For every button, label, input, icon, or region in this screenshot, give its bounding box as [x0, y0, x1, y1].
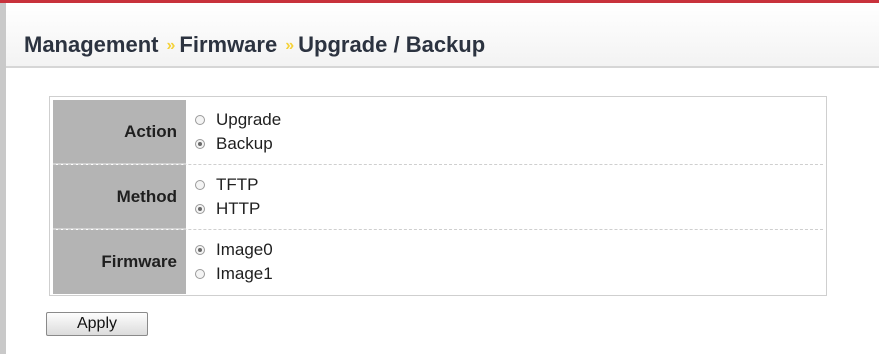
- firmware-form: Action Upgrade Backup Method TFTP HTTP F…: [49, 96, 827, 296]
- tftp-radio[interactable]: [195, 180, 205, 190]
- image0-radio[interactable]: [195, 245, 205, 255]
- action-option-upgrade[interactable]: Upgrade: [195, 108, 823, 132]
- action-option-backup[interactable]: Backup: [195, 132, 823, 156]
- firmware-options: Image0 Image1: [186, 230, 823, 294]
- http-option-label: HTTP: [216, 199, 261, 218]
- breadcrumb: Management » Firmware » Upgrade / Backup: [24, 32, 485, 58]
- method-label: Method: [53, 165, 186, 229]
- firmware-option-image0[interactable]: Image0: [195, 238, 823, 262]
- breadcrumb-item-upgrade-backup: Upgrade / Backup: [298, 32, 486, 57]
- upgrade-option-label: Upgrade: [216, 110, 282, 129]
- method-options: TFTP HTTP: [186, 165, 823, 229]
- tftp-option-label: TFTP: [216, 175, 259, 194]
- page-header: Management » Firmware » Upgrade / Backup: [6, 3, 879, 68]
- upgrade-radio[interactable]: [195, 115, 205, 125]
- firmware-row: Firmware Image0 Image1: [53, 230, 823, 294]
- breadcrumb-item-management[interactable]: Management: [24, 32, 158, 58]
- action-row: Action Upgrade Backup: [53, 100, 823, 165]
- apply-button[interactable]: Apply: [46, 312, 148, 336]
- action-options: Upgrade Backup: [186, 100, 823, 164]
- backup-radio[interactable]: [195, 139, 205, 149]
- image1-option-label: Image1: [216, 264, 273, 283]
- breadcrumb-separator-icon: »: [285, 37, 294, 54]
- action-label: Action: [53, 100, 186, 164]
- http-radio[interactable]: [195, 204, 205, 214]
- breadcrumb-item-firmware[interactable]: Firmware: [179, 32, 277, 58]
- image1-radio[interactable]: [195, 269, 205, 279]
- backup-option-label: Backup: [216, 134, 273, 153]
- method-option-tftp[interactable]: TFTP: [195, 173, 823, 197]
- method-row: Method TFTP HTTP: [53, 165, 823, 230]
- firmware-option-image1[interactable]: Image1: [195, 262, 823, 286]
- method-option-http[interactable]: HTTP: [195, 197, 823, 221]
- breadcrumb-separator-icon: »: [166, 37, 175, 54]
- image0-option-label: Image0: [216, 240, 273, 259]
- firmware-label: Firmware: [53, 230, 186, 294]
